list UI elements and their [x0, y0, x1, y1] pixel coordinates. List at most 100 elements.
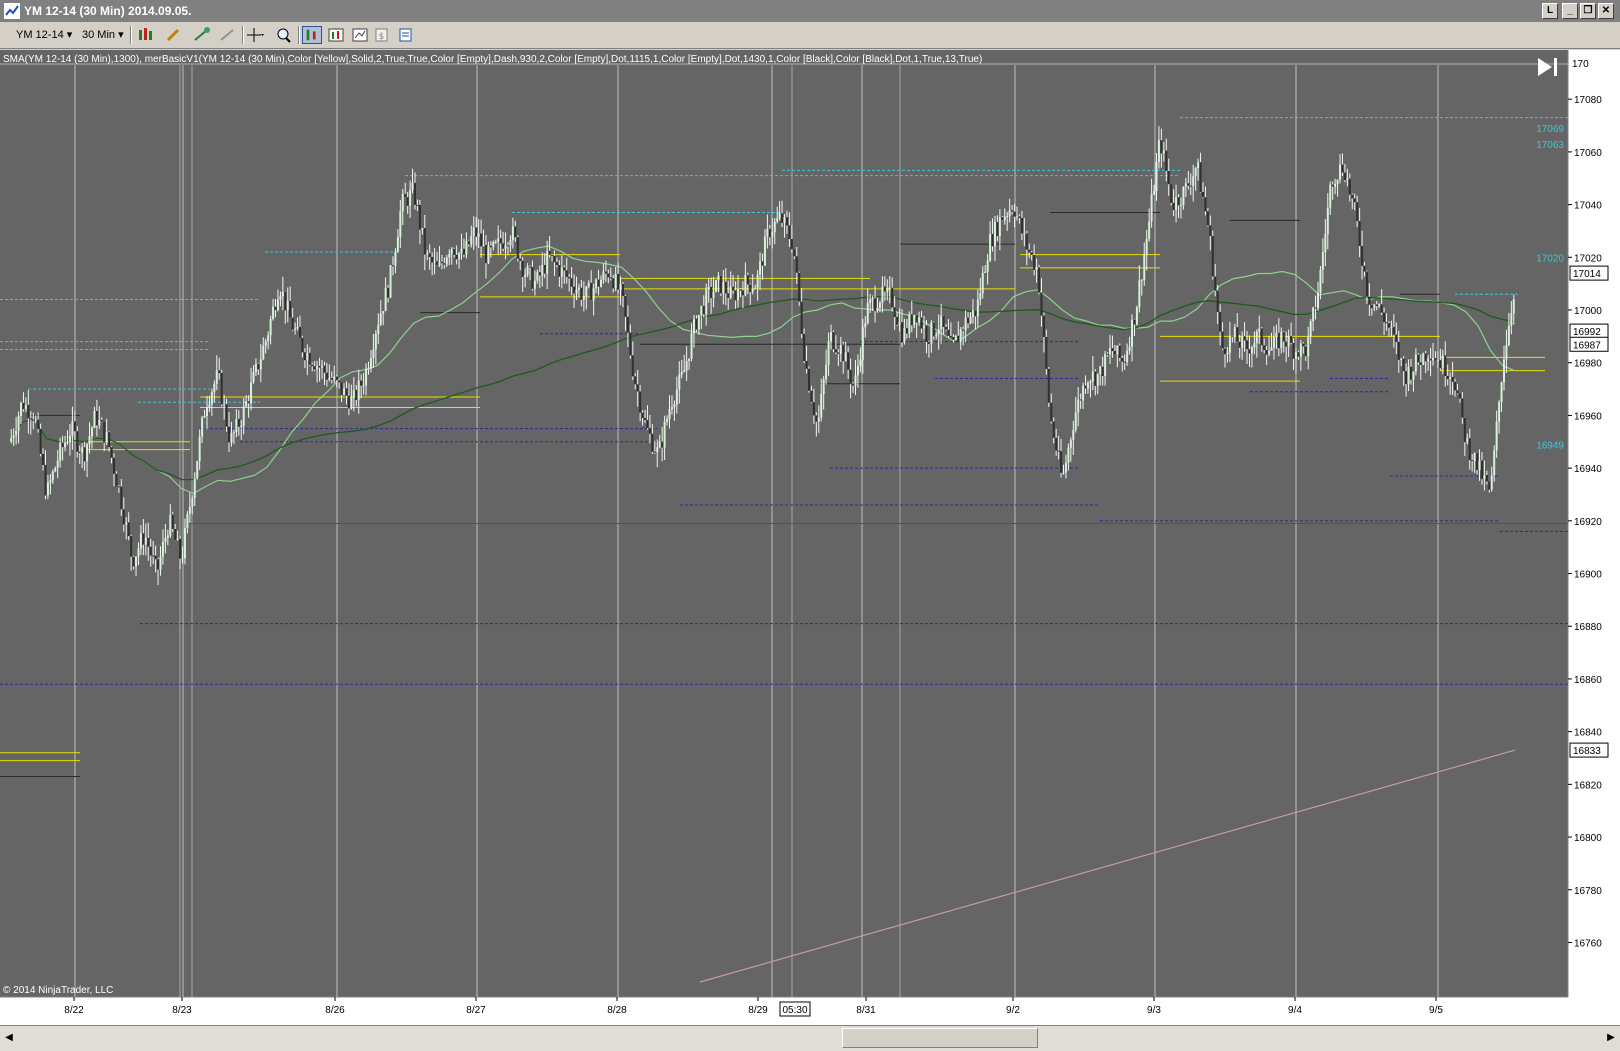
horizontal-scrollbar[interactable]: ◀ ▶	[0, 1025, 1620, 1051]
price-bar-body	[930, 322, 933, 344]
price-bar-body	[453, 248, 456, 255]
crosshair-icon[interactable]	[246, 26, 266, 44]
price-bar-body	[1135, 307, 1138, 325]
price-bar-body	[1077, 399, 1080, 413]
price-bar-body	[188, 506, 191, 514]
price-bar-body	[864, 323, 867, 328]
price-bar-body	[416, 204, 419, 206]
price-bar-body	[81, 447, 84, 454]
zoom-icon[interactable]	[274, 26, 294, 44]
price-bar-body	[406, 197, 409, 206]
price-bar-body	[918, 317, 921, 323]
price-bar-body	[727, 293, 730, 298]
chart-properties-icon[interactable]	[302, 26, 322, 44]
price-bar-body	[414, 182, 417, 205]
price-bar-body	[1155, 162, 1158, 192]
price-bar-body	[1189, 185, 1192, 187]
price-bar-body	[614, 273, 617, 289]
price-bar-body	[220, 373, 223, 405]
price-bar-body	[1314, 307, 1317, 309]
price-bar-body	[1480, 460, 1483, 480]
price-chart[interactable]: 17080 17060 17040 17020 17000 16980 16960 16940…	[0, 50, 1620, 1025]
price-bar-body	[1192, 176, 1195, 187]
price-bar-body	[139, 533, 142, 549]
price-tick-label: 170	[1572, 59, 1589, 70]
price-bar-body	[1395, 334, 1398, 342]
price-bar-body	[198, 436, 201, 462]
scroll-right-icon[interactable]: ▶	[1604, 1029, 1618, 1047]
price-bar-body	[891, 287, 894, 308]
price-bar-body	[692, 318, 695, 334]
scroll-to-end-icon[interactable]	[1532, 54, 1562, 80]
price-bar-body	[1197, 162, 1200, 169]
price-bar-body	[602, 271, 605, 280]
price-bar-body	[1287, 336, 1290, 347]
price-tick-label: 16800	[1574, 833, 1602, 844]
scroll-left-icon[interactable]: ◀	[2, 1029, 16, 1047]
price-bar-body	[39, 428, 42, 454]
price-bar-body	[1446, 375, 1449, 380]
price-bar-body	[1148, 221, 1151, 239]
price-bar-body	[1294, 352, 1297, 359]
price-bar-body	[651, 433, 654, 452]
price-bar-body	[1187, 183, 1190, 186]
price-bar-body	[308, 352, 311, 365]
strategies-icon[interactable]	[350, 26, 370, 44]
price-bar-body	[83, 447, 86, 462]
drawing-tool-icon[interactable]	[164, 26, 184, 44]
price-bar-body	[741, 290, 744, 296]
price-bar-body	[668, 409, 671, 419]
link-button[interactable]: L	[1542, 3, 1558, 19]
price-bar-body	[778, 213, 781, 219]
add-indicator-icon[interactable]	[192, 26, 212, 44]
price-bar-body	[820, 393, 823, 418]
price-bar-body	[1297, 352, 1300, 357]
price-bar-body	[210, 392, 213, 405]
price-bar-body	[1265, 349, 1268, 355]
price-bar-body	[553, 255, 556, 263]
price-bar-body	[1172, 202, 1175, 211]
price-bar-body	[805, 360, 808, 369]
price-bar-body	[357, 380, 360, 401]
price-bar-body	[1365, 271, 1368, 297]
price-bar-body	[323, 365, 326, 373]
scrollbar-thumb[interactable]	[842, 1028, 1038, 1048]
price-bar-body	[1500, 382, 1503, 403]
interval-selector[interactable]: 30 Min ▾	[82, 26, 124, 44]
price-bar-body	[1216, 290, 1219, 312]
price-bar-body	[612, 278, 615, 289]
price-bar-body	[1329, 184, 1332, 208]
price-bar-body	[269, 319, 272, 336]
close-button[interactable]: ✕	[1598, 3, 1614, 19]
price-bar-body	[898, 322, 901, 325]
instrument-selector[interactable]: YM 12-14 ▾	[16, 26, 72, 44]
price-bar-body	[807, 368, 810, 391]
price-bar-body	[1243, 336, 1246, 341]
price-bar-body	[176, 538, 179, 541]
restore-button[interactable]: ❐	[1580, 3, 1596, 19]
price-bar-body	[110, 447, 113, 458]
chart-area[interactable]: 17080 17060 17040 17020 17000 16980 16960 16940…	[0, 50, 1620, 1025]
price-bar-body	[839, 344, 842, 354]
price-bar-body	[418, 204, 421, 230]
data-box-icon[interactable]: $	[372, 26, 392, 44]
price-bar-body	[113, 457, 116, 474]
indicators-icon[interactable]	[326, 26, 346, 44]
price-bar-body	[810, 390, 813, 403]
price-bar-body	[1008, 210, 1011, 216]
price-bar-body	[362, 385, 365, 387]
bar-type-icon[interactable]	[136, 26, 156, 44]
minimize-button[interactable]: _	[1562, 3, 1578, 19]
price-bar-body	[1253, 343, 1256, 348]
price-bar-body	[521, 260, 524, 277]
price-bar-body	[993, 221, 996, 247]
price-bar-body	[1498, 402, 1501, 422]
price-bar-body	[1204, 197, 1207, 212]
price-bar-body	[1179, 204, 1182, 206]
toolbar-separator	[298, 26, 300, 44]
price-bar-body	[974, 310, 977, 317]
properties-icon[interactable]	[396, 26, 416, 44]
remove-drawing-icon[interactable]	[218, 26, 238, 44]
price-bar-body	[1060, 451, 1063, 473]
price-bar-body	[719, 275, 722, 294]
